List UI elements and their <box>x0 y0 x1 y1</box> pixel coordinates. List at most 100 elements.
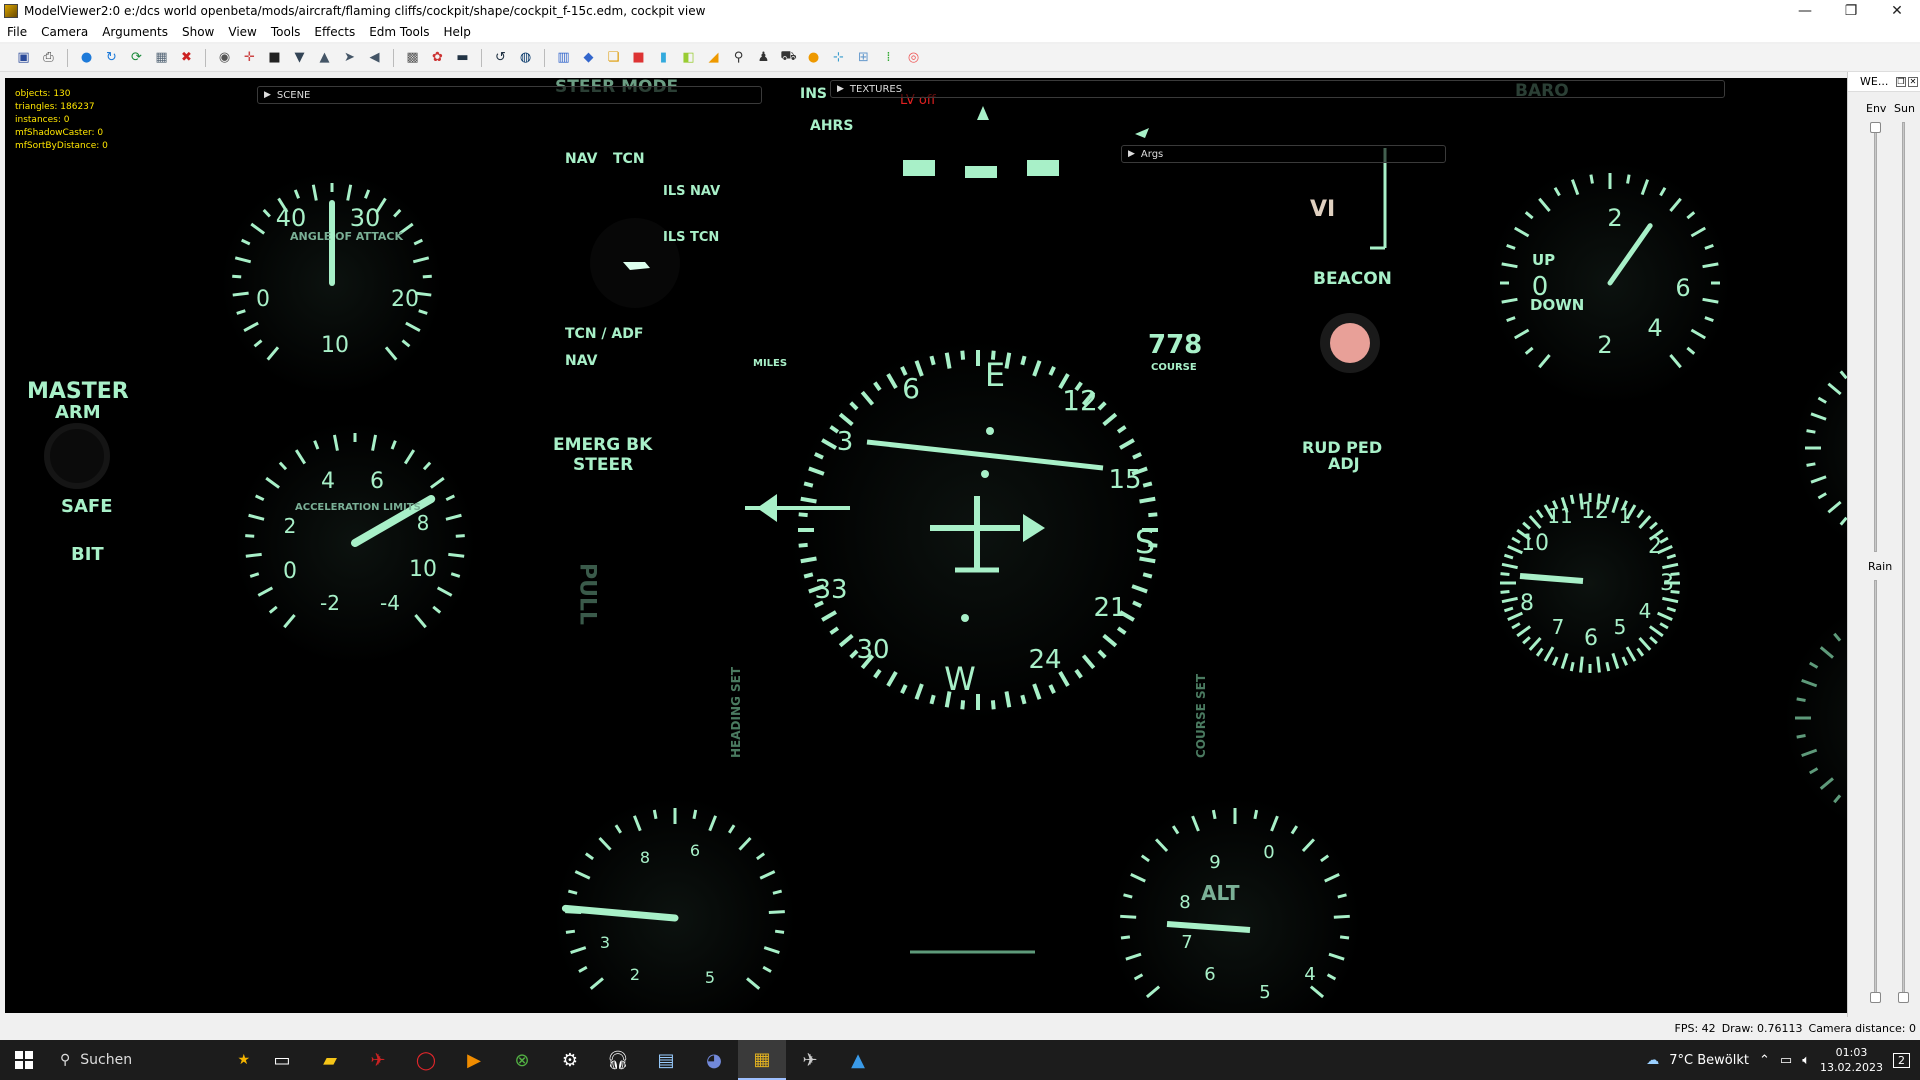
menu-camera[interactable]: Camera <box>34 25 95 39</box>
palette-icon[interactable]: ✿ <box>428 48 447 67</box>
clock-gauge-tick <box>1605 661 1611 672</box>
texture-icon[interactable]: ▩ <box>403 48 422 67</box>
export-icon[interactable]: ⎙ <box>39 48 58 67</box>
record-icon[interactable]: ◍ <box>516 48 535 67</box>
stop-icon[interactable]: ✖ <box>177 48 196 67</box>
close-icon[interactable]: ✕ <box>1908 76 1918 87</box>
settings-icon[interactable]: ⚙ <box>546 1040 594 1080</box>
hsi-gauge-tick <box>1142 572 1153 579</box>
scene-panel[interactable]: ▶ SCENE <box>257 86 762 104</box>
curve-icon[interactable]: ◢ <box>704 48 723 67</box>
bone-icon[interactable]: ⚲ <box>729 48 748 67</box>
file-explorer-icon[interactable]: ▰ <box>306 1040 354 1080</box>
app-red-icon[interactable]: ✈ <box>354 1040 402 1080</box>
hsi-gauge-tick <box>1148 512 1158 518</box>
discord-icon[interactable]: ◕ <box>690 1040 738 1080</box>
menu-edm-tools[interactable]: Edm Tools <box>362 25 436 39</box>
hsi-gauge-tick <box>803 572 814 579</box>
light-icon[interactable]: ▲ <box>315 48 334 67</box>
grid-icon[interactable]: ■ <box>265 48 284 67</box>
headset-icon[interactable]: 🎧︎ <box>594 1040 642 1080</box>
chevron-up-icon[interactable]: ⌃ <box>1759 1053 1770 1068</box>
sun-slider[interactable] <box>1902 122 1905 1002</box>
speed-num: 3 <box>600 933 610 952</box>
table-icon[interactable]: ⊞ <box>854 48 873 67</box>
nav2-label: NAV <box>565 353 598 369</box>
box-icon[interactable]: ■ <box>629 48 648 67</box>
clock-num: 11 <box>1547 504 1572 528</box>
close-button[interactable]: ✕ <box>1874 0 1920 22</box>
xbox-icon[interactable]: ⊗ <box>498 1040 546 1080</box>
jet-icon[interactable]: ✈ <box>786 1040 834 1080</box>
dots-grid-icon[interactable]: ⁞ <box>879 48 898 67</box>
network-icon[interactable]: ▭ <box>1780 1053 1792 1068</box>
notification-icon[interactable]: 2 <box>1893 1052 1910 1068</box>
arrow-icon[interactable]: ➤ <box>340 48 359 67</box>
image-icon[interactable]: ▦ <box>152 48 171 67</box>
minimize-button[interactable]: — <box>1782 0 1828 22</box>
undo-icon[interactable]: ↺ <box>491 48 510 67</box>
hsi-num: E <box>985 356 1005 394</box>
ahrs-label: AHRS <box>810 118 853 134</box>
menu-view[interactable]: View <box>221 25 263 39</box>
menu-tools[interactable]: Tools <box>264 25 308 39</box>
globe-icon[interactable]: ● <box>77 48 96 67</box>
target-icon[interactable]: ◎ <box>904 48 923 67</box>
mesh-icon[interactable]: ◧ <box>679 48 698 67</box>
menu-show[interactable]: Show <box>175 25 221 39</box>
hsi-num: 3 <box>837 427 854 457</box>
menu-help[interactable]: Help <box>436 25 477 39</box>
weather-text[interactable]: 7°C Bewölkt <box>1669 1053 1749 1068</box>
car-icon[interactable]: ⛟ <box>779 48 798 67</box>
rain-slider-thumb[interactable] <box>1870 992 1881 1003</box>
opera-icon[interactable]: ◯ <box>402 1040 450 1080</box>
cylinder-icon[interactable]: ▮ <box>654 48 673 67</box>
env-slider[interactable] <box>1874 122 1877 552</box>
film-icon[interactable]: ▬ <box>453 48 472 67</box>
vvi-gauge-tick <box>1626 174 1631 184</box>
beacon-light <box>1330 323 1370 363</box>
photos-icon[interactable]: ▲ <box>834 1040 882 1080</box>
cube-icon[interactable]: ◆ <box>579 48 598 67</box>
system-tray: ☁ 7°C Bewölkt ⌃ ▭ 🔈︎ 01:03 13.02.2023 2 <box>1646 1045 1920 1075</box>
notepad-icon[interactable]: ▤ <box>642 1040 690 1080</box>
sound-icon[interactable]: ◀ <box>365 48 384 67</box>
network-icon[interactable]: ⊹ <box>829 48 848 67</box>
taskbar: ⚲ Suchen ★ ▭ ▰ ✈ ◯ ▶ ⊗ ⚙ 🎧︎ ▤ ◕ ▦ ✈ ▲ ☁ … <box>0 1040 1920 1080</box>
modelviewer-taskbar-icon[interactable]: ▦ <box>738 1040 786 1080</box>
start-button[interactable] <box>0 1040 48 1080</box>
args-panel-label: Args <box>1140 148 1164 160</box>
sun-slider-thumb[interactable] <box>1898 992 1909 1003</box>
save-icon[interactable]: ▣ <box>14 48 33 67</box>
menu-file[interactable]: File <box>0 25 34 39</box>
figure-icon[interactable]: ♟ <box>754 48 773 67</box>
float-icon[interactable]: ❐ <box>1896 76 1906 87</box>
chart-icon[interactable]: ▥ <box>554 48 573 67</box>
camera-icon[interactable]: ◉ <box>215 48 234 67</box>
maximize-button[interactable]: ❐ <box>1828 0 1874 22</box>
axis-icon[interactable]: ✛ <box>240 48 259 67</box>
textures-panel[interactable]: ▶ TEXTURES <box>830 80 1725 98</box>
clock[interactable]: 01:03 13.02.2023 <box>1820 1045 1883 1075</box>
weather-cloud-icon[interactable]: ☁ <box>1646 1053 1659 1068</box>
media-player-icon[interactable]: ▶ <box>450 1040 498 1080</box>
3d-viewport[interactable]: 40 30 0 20 10 4 6 2 0 10 -2 -4 8 2 6 0 2 4 E 6 12 3 15 S 33 30 W 24… <box>5 78 1847 1013</box>
rain-slider[interactable] <box>1874 580 1877 1000</box>
args-panel[interactable]: ▶ Args <box>1121 145 1446 163</box>
task-view-icon[interactable]: ▭ <box>258 1040 306 1080</box>
alt-num: 7 <box>1181 932 1192 953</box>
taskbar-search[interactable]: ⚲ Suchen ★ <box>48 1040 258 1080</box>
filter-icon[interactable]: ▼ <box>290 48 309 67</box>
refresh-icon[interactable]: ↻ <box>102 48 121 67</box>
down-label: DOWN <box>1530 296 1584 314</box>
accel-num: 8 <box>417 511 430 535</box>
menu-effects[interactable]: Effects <box>307 25 362 39</box>
sphere-icon[interactable]: ● <box>804 48 823 67</box>
altimeter-gauge-tick <box>1120 914 1137 919</box>
menu-arguments[interactable]: Arguments <box>95 25 175 39</box>
layers-icon[interactable]: ❏ <box>604 48 623 67</box>
env-slider-thumb[interactable] <box>1870 122 1881 133</box>
windows-icon <box>15 1051 33 1069</box>
volume-icon[interactable]: 🔈︎ <box>1802 1053 1810 1068</box>
reload-icon[interactable]: ⟳ <box>127 48 146 67</box>
